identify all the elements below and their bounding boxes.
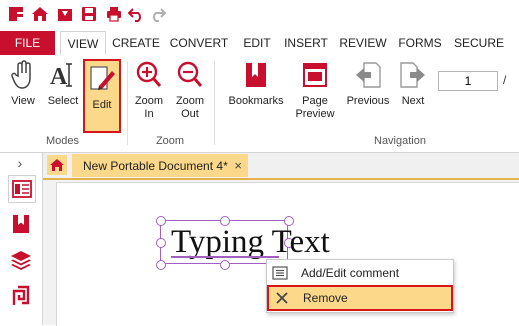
home-icon[interactable] — [30, 4, 50, 24]
attachments-panel-icon[interactable] — [8, 283, 34, 309]
edit-button[interactable]: Edit — [83, 59, 121, 133]
zoom-out-button[interactable]: Zoom Out — [172, 59, 208, 121]
menu-item-remove[interactable]: Remove — [267, 285, 453, 311]
zoom-in-button[interactable]: Zoom In — [131, 59, 167, 121]
group-separator — [214, 61, 215, 145]
zoom-out-label-1: Zoom — [175, 95, 205, 107]
menu-item-label: Remove — [303, 291, 348, 305]
document-tab-title: New Portable Document 4* — [83, 158, 228, 173]
page-preview-button[interactable]: Page Preview — [292, 59, 338, 121]
next-button[interactable]: Next — [396, 59, 430, 108]
menu-item-label: Add/Edit comment — [301, 266, 400, 280]
app-logo-icon[interactable] — [6, 4, 26, 24]
resize-handle[interactable] — [156, 238, 166, 248]
svg-text:A: A — [50, 64, 68, 90]
tab-forms[interactable]: FORMS — [395, 31, 445, 55]
page-count-separator: / — [503, 73, 507, 87]
menu-item-add-edit-comment[interactable]: Add/Edit comment — [267, 261, 453, 285]
resize-handle[interactable] — [156, 216, 166, 226]
group-label-modes: Modes — [45, 135, 80, 147]
context-menu: Add/Edit comment Remove — [266, 259, 454, 313]
tab-file[interactable]: FILE — [0, 31, 55, 55]
tab-convert[interactable]: CONVERT — [168, 31, 230, 55]
hand-icon — [8, 59, 38, 91]
document-tab[interactable]: New Portable Document 4* × — [72, 154, 248, 177]
resize-handle[interactable] — [156, 260, 166, 270]
page-number-input[interactable] — [438, 71, 498, 91]
print-icon[interactable] — [104, 4, 124, 24]
bookmarks-button[interactable]: Bookmarks — [223, 59, 289, 108]
group-label-zoom: Zoom — [155, 135, 185, 147]
pencil-icon — [87, 63, 117, 95]
previous-label: Previous — [346, 95, 390, 107]
redo-icon[interactable] — [148, 4, 168, 24]
tab-view[interactable]: VIEW — [60, 31, 106, 55]
zoom-in-label-2: In — [144, 108, 154, 120]
bookmark-icon — [241, 59, 271, 91]
left-panel-rail: › — [0, 153, 43, 325]
close-tab-icon[interactable]: × — [234, 158, 242, 173]
open-icon[interactable] — [55, 4, 75, 24]
pages-panel-icon[interactable] — [8, 175, 36, 203]
page-preview-label-2: Preview — [295, 108, 335, 120]
bookmarks-panel-icon[interactable] — [8, 211, 34, 237]
previous-button[interactable]: Previous — [343, 59, 393, 108]
next-label: Next — [401, 95, 425, 107]
home-tab-button[interactable] — [47, 155, 67, 175]
quick-access-toolbar — [0, 0, 519, 31]
tab-secure[interactable]: SECURE — [451, 31, 507, 55]
next-page-icon — [398, 59, 428, 91]
select-label: Select — [47, 95, 79, 107]
zoom-in-label-1: Zoom — [134, 95, 164, 107]
text-underline — [171, 256, 279, 258]
tab-insert[interactable]: INSERT — [281, 31, 331, 55]
zoom-out-label-2: Out — [181, 108, 199, 120]
select-button[interactable]: A Select — [44, 59, 82, 108]
bookmarks-label: Bookmarks — [228, 95, 284, 107]
tab-review[interactable]: REVIEW — [337, 31, 389, 55]
undo-icon[interactable] — [126, 4, 146, 24]
ribbon-tabs: FILE VIEW CREATE CONVERT EDIT INSERT REV… — [0, 31, 519, 56]
previous-page-icon — [353, 59, 383, 91]
tab-create[interactable]: CREATE — [110, 31, 162, 55]
home-icon — [50, 159, 64, 171]
document-tab-strip: New Portable Document 4* × — [43, 153, 519, 180]
remove-icon — [269, 291, 295, 305]
text-select-icon: A — [48, 59, 78, 91]
zoom-out-icon — [175, 59, 205, 91]
view-label: View — [11, 95, 35, 107]
save-icon[interactable] — [79, 4, 99, 24]
view-button[interactable]: View — [6, 59, 40, 108]
expand-panel-button[interactable]: › — [10, 155, 30, 171]
page-preview-icon — [300, 59, 330, 91]
ribbon: View A Select Edit Modes Zoom In Zoom Ou… — [0, 55, 519, 153]
edit-label: Edit — [92, 99, 112, 111]
group-separator — [127, 61, 128, 145]
zoom-in-icon — [134, 59, 164, 91]
group-label-navigation: Navigation — [374, 135, 426, 147]
tab-edit[interactable]: EDIT — [238, 31, 276, 55]
comment-icon — [267, 266, 293, 280]
layers-panel-icon[interactable] — [8, 247, 34, 273]
page-preview-label-1: Page — [302, 95, 328, 107]
